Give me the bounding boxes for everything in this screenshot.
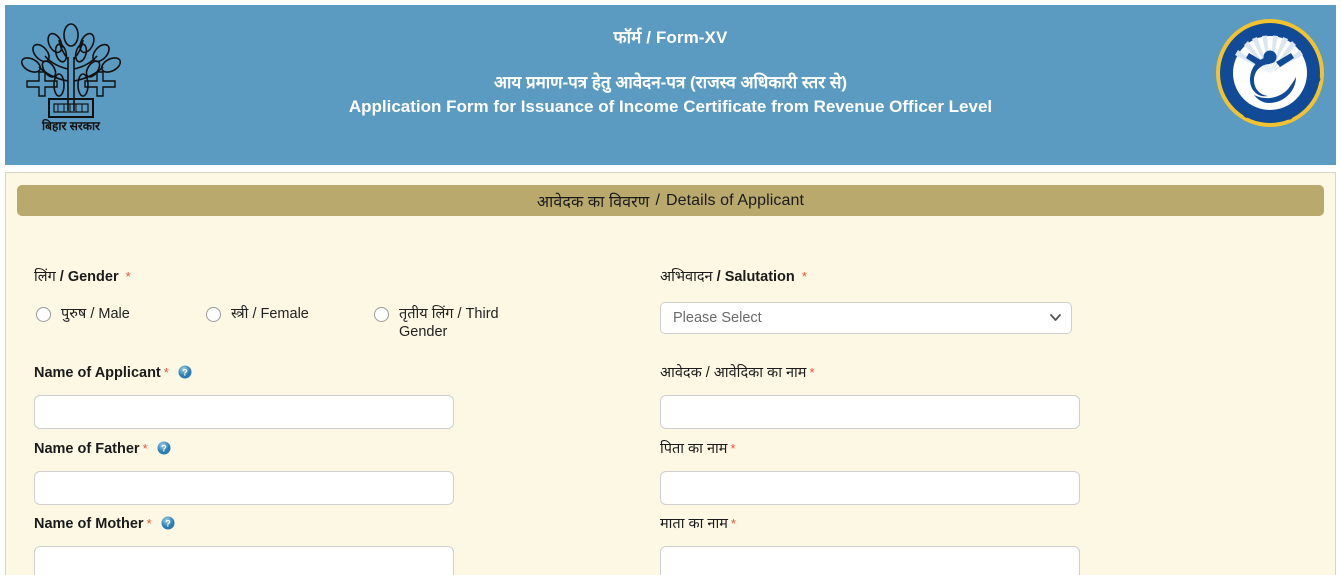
form-panel: आवेदक का विवरण / Details of Applicant लि…	[5, 172, 1336, 575]
name-of-father-required-marker: *	[142, 441, 148, 456]
section-title-english: Details of Applicant	[665, 191, 805, 209]
name-of-mother-field-group: Name of Mother * ?	[34, 515, 644, 575]
form-title-english: Application Form for Issuance of Income …	[348, 97, 993, 116]
applicant-name-hindi-required-marker: *	[809, 365, 815, 380]
gender-option-third-gender-separator: /	[457, 306, 462, 322]
father-name-hindi-input[interactable]	[660, 471, 1080, 505]
mother-name-hindi-label: माता का नाम *	[660, 515, 1290, 533]
gender-option-male-hindi: पुरुष	[61, 306, 87, 322]
bihar-administrative-reforms-mission-logo-icon: बिहार प्रशासनिक सुधार मिशन	[1214, 17, 1326, 129]
gender-label-separator: /	[59, 269, 64, 285]
gender-label-english: Gender	[67, 269, 119, 285]
salutation-label-english: Salutation	[724, 269, 795, 285]
form-title-hindi: आय प्रमाण-पत्र हेतु आवेदन-पत्र (राजस्व अ…	[493, 73, 847, 92]
chevron-down-icon[interactable]	[1050, 314, 1061, 321]
applicant-name-hindi-input[interactable]	[660, 395, 1080, 429]
help-icon[interactable]: ?	[161, 516, 175, 530]
gender-option-third-gender-hindi: तृतीय लिंग	[399, 306, 454, 322]
salutation-required-marker: *	[801, 269, 807, 284]
name-of-mother-input[interactable]	[34, 546, 454, 575]
mother-name-hindi-required-marker: *	[730, 516, 736, 531]
gender-option-male[interactable]: पुरुष / Male	[36, 305, 130, 323]
mother-name-hindi-label-text: माता का नाम	[660, 516, 728, 532]
applicant-name-hindi-label: आवेदक / आवेदिका का नाम *	[660, 364, 1290, 382]
salutation-field-group: अभिवादन / Salutation * Please Select	[660, 268, 1290, 334]
salutation-select[interactable]: Please Select	[660, 302, 1072, 334]
father-name-hindi-label-text: पिता का नाम	[660, 441, 728, 457]
radio-circle-icon[interactable]	[36, 307, 51, 322]
svg-text:?: ?	[165, 518, 171, 528]
gender-label: लिंग / Gender *	[34, 268, 644, 286]
applicant-name-hindi-label-text: आवेदक / आवेदिका का नाम	[660, 365, 807, 381]
name-of-father-input[interactable]	[34, 471, 454, 505]
header-text-block: फॉर्म / Form-XV आय प्रमाण-पत्र हेतु आवेद…	[5, 27, 1336, 119]
name-of-applicant-input[interactable]	[34, 395, 454, 429]
gender-required-marker: *	[125, 269, 131, 284]
gender-option-male-english: Male	[98, 306, 130, 322]
father-name-hindi-field-group: पिता का नाम *	[660, 440, 1290, 505]
name-of-father-label: Name of Father * ?	[34, 440, 644, 458]
gender-field-group: लिंग / Gender * पुरुष / Male स्त्री / Fe…	[34, 268, 644, 349]
father-name-hindi-label: पिता का नाम *	[660, 440, 1290, 458]
gender-option-female-separator: /	[252, 306, 257, 322]
name-of-mother-label-text: Name of Mother	[34, 516, 144, 532]
father-name-hindi-required-marker: *	[730, 441, 736, 456]
section-title-hindi: आवेदक का विवरण	[536, 193, 650, 211]
help-icon[interactable]: ?	[157, 441, 171, 455]
gender-option-female[interactable]: स्त्री / Female	[206, 305, 309, 323]
mother-name-hindi-input[interactable]	[660, 546, 1080, 575]
radio-circle-icon[interactable]	[374, 307, 389, 322]
name-of-father-field-group: Name of Father * ?	[34, 440, 644, 505]
svg-text:?: ?	[182, 367, 188, 377]
form-number: फॉर्म / Form-XV	[613, 28, 728, 47]
name-of-mother-required-marker: *	[146, 516, 152, 531]
gender-option-male-label: पुरुष / Male	[61, 305, 130, 323]
name-of-father-label-text: Name of Father	[34, 441, 140, 457]
name-of-applicant-field-group: Name of Applicant * ?	[34, 364, 644, 429]
name-of-applicant-required-marker: *	[163, 365, 169, 380]
name-of-applicant-label: Name of Applicant * ?	[34, 364, 644, 382]
gender-label-hindi: लिंग	[34, 269, 56, 285]
section-title-separator: /	[655, 191, 660, 209]
section-header-details-of-applicant: आवेदक का विवरण / Details of Applicant	[17, 185, 1324, 216]
gender-option-third-gender[interactable]: तृतीय लिंग / Third Gender	[374, 305, 519, 341]
name-of-applicant-label-text: Name of Applicant	[34, 365, 161, 381]
salutation-label: अभिवादन / Salutation *	[660, 268, 1290, 286]
gender-option-female-hindi: स्त्री	[231, 306, 249, 322]
gender-option-female-english: Female	[260, 306, 309, 322]
gender-option-third-gender-label: तृतीय लिंग / Third Gender	[399, 305, 519, 341]
salutation-select-wrapper[interactable]: Please Select	[660, 302, 1072, 334]
name-of-mother-label: Name of Mother * ?	[34, 515, 644, 533]
applicant-name-hindi-field-group: आवेदक / आवेदिका का नाम *	[660, 364, 1290, 429]
application-form-page: बिहार सरकार फॉर्म / Form-XV आय प्रमाण-पत…	[0, 0, 1341, 575]
gender-radio-group[interactable]: पुरुष / Male स्त्री / Female तृतीय लिंग …	[34, 305, 644, 349]
page-header: बिहार सरकार फॉर्म / Form-XV आय प्रमाण-पत…	[5, 5, 1336, 165]
gender-option-female-label: स्त्री / Female	[231, 305, 309, 323]
bihar-emblem-caption: बिहार सरकार	[41, 119, 101, 133]
svg-text:?: ?	[161, 443, 167, 453]
mother-name-hindi-field-group: माता का नाम *	[660, 515, 1290, 575]
radio-circle-icon[interactable]	[206, 307, 221, 322]
gender-option-male-separator: /	[90, 306, 95, 322]
help-icon[interactable]: ?	[178, 365, 192, 379]
salutation-label-separator: /	[716, 269, 721, 285]
salutation-label-hindi: अभिवादन	[660, 269, 713, 285]
